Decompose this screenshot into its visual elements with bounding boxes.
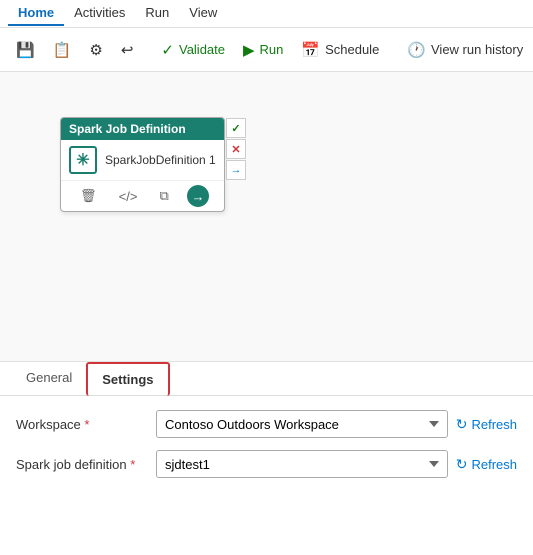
tab-general[interactable]: General	[12, 362, 86, 395]
node-arrow-btn[interactable]: →	[226, 160, 246, 180]
menu-bar: Home Activities Run View	[0, 0, 533, 28]
spark-job-node[interactable]: Spark Job Definition ✓ ✕ → ✳ SparkJobDef…	[60, 117, 225, 212]
spark-node-body: ✳ SparkJobDefinition 1	[61, 140, 224, 180]
workspace-required: *	[84, 417, 89, 432]
undo-icon: ↩	[121, 41, 134, 59]
spark-node-header: Spark Job Definition ✓ ✕ →	[61, 118, 224, 140]
workspace-control-group: Contoso Outdoors Workspace ↻ Refresh	[156, 410, 517, 438]
validate-icon: ✓	[161, 41, 174, 59]
go-action[interactable]: →	[187, 185, 209, 207]
copy-action[interactable]: ⧉	[156, 186, 173, 206]
validate-button[interactable]: ✓ Validate	[153, 37, 233, 63]
menu-activities[interactable]: Activities	[64, 1, 135, 26]
toolbar: 💾 📋 ⚙ ↩ ✓ Validate ▶ Run 📅 Schedule 🕐 Vi…	[0, 28, 533, 72]
spark-job-definition-refresh-button[interactable]: ↻ Refresh	[456, 456, 517, 473]
tabs-bar: General Settings	[0, 362, 533, 396]
undo-button[interactable]: ↩	[113, 37, 142, 63]
view-run-history-button[interactable]: 🕐 View run history	[399, 37, 531, 63]
workspace-row: Workspace * Contoso Outdoors Workspace ↻…	[16, 410, 517, 438]
menu-view[interactable]: View	[179, 1, 227, 26]
bottom-panel: General Settings Workspace * Contoso Out…	[0, 362, 533, 492]
menu-home[interactable]: Home	[8, 1, 64, 26]
gear-icon: ⚙	[89, 41, 102, 59]
node-close-btn[interactable]: ✕	[226, 139, 246, 159]
spark-job-definition-label: Spark job definition *	[16, 457, 146, 472]
delete-action[interactable]: 🗑	[76, 186, 101, 206]
history-icon: 🕐	[407, 41, 426, 59]
spark-job-definition-row: Spark job definition * sjdtest1 ↻ Refres…	[16, 450, 517, 478]
spark-job-definition-select[interactable]: sjdtest1	[156, 450, 448, 478]
settings-button[interactable]: ⚙	[81, 37, 110, 63]
spark-job-required: *	[130, 457, 135, 472]
workspace-select[interactable]: Contoso Outdoors Workspace	[156, 410, 448, 438]
spark-node-actions: 🗑 </> ⧉ →	[61, 180, 224, 211]
play-icon: ▶	[243, 41, 255, 59]
node-side-buttons: ✓ ✕ →	[226, 118, 246, 180]
copy-icon: 📋	[53, 41, 72, 59]
run-button[interactable]: ▶ Run	[235, 37, 291, 63]
copy-button[interactable]: 📋	[45, 37, 80, 63]
spark-job-icon: ✳	[69, 146, 97, 174]
spark-job-refresh-icon: ↻	[456, 456, 468, 473]
menu-run[interactable]: Run	[135, 1, 179, 26]
schedule-button[interactable]: 📅 Schedule	[293, 37, 387, 63]
spark-node-name-label: SparkJobDefinition 1	[105, 153, 216, 167]
canvas-area: Spark Job Definition ✓ ✕ → ✳ SparkJobDef…	[0, 72, 533, 362]
workspace-label: Workspace *	[16, 417, 146, 432]
node-check-btn[interactable]: ✓	[226, 118, 246, 138]
calendar-icon: 📅	[301, 41, 320, 59]
code-action[interactable]: </>	[115, 187, 142, 206]
spark-job-definition-control-group: sjdtest1 ↻ Refresh	[156, 450, 517, 478]
workspace-refresh-icon: ↻	[456, 416, 468, 433]
settings-form: Workspace * Contoso Outdoors Workspace ↻…	[0, 396, 533, 492]
save-icon: 💾	[16, 41, 35, 59]
workspace-refresh-button[interactable]: ↻ Refresh	[456, 416, 517, 433]
save-button[interactable]: 💾	[8, 37, 43, 63]
tab-settings[interactable]: Settings	[86, 362, 169, 396]
